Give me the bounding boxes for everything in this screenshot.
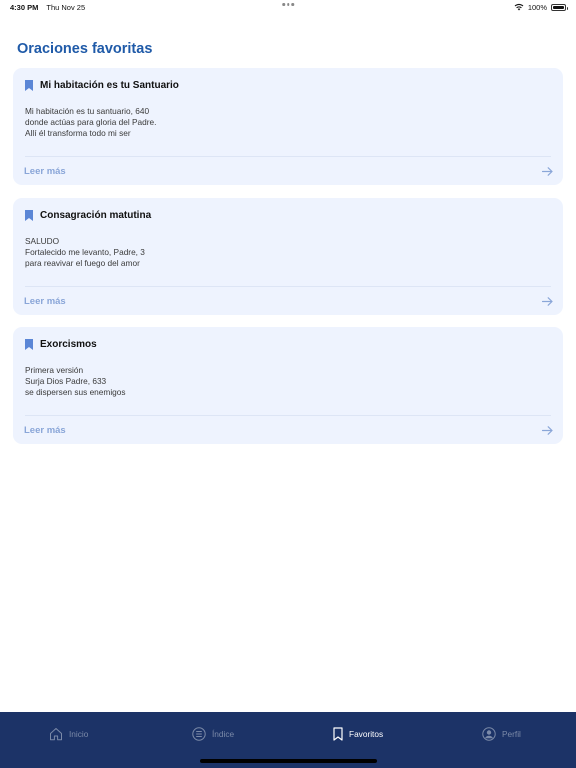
arrow-right-icon xyxy=(542,425,553,435)
wifi-icon xyxy=(514,3,524,11)
card-excerpt: Primera versión Surja Dios Padre, 633 se… xyxy=(25,365,126,397)
read-more-button[interactable]: Leer más xyxy=(13,157,563,185)
status-bar: 4:30 PM Thu Nov 25 100% xyxy=(0,0,576,14)
tab-perfil[interactable]: Perfil xyxy=(482,725,521,743)
read-more-label: Leer más xyxy=(24,424,66,436)
bookmark-icon xyxy=(333,727,343,741)
read-more-button[interactable]: Leer más xyxy=(13,287,563,315)
tab-label: Índice xyxy=(212,729,235,739)
card-excerpt: SALUDO Fortalecido me levanto, Padre, 3 … xyxy=(25,236,145,268)
prayer-card[interactable]: Mi habitación es tu Santuario Mi habitac… xyxy=(13,68,563,185)
tab-label: Inicio xyxy=(69,729,89,739)
arrow-right-icon xyxy=(542,166,553,176)
tab-favoritos[interactable]: Favoritos xyxy=(333,725,383,743)
card-excerpt: Mi habitación es tu santuario, 640 donde… xyxy=(25,106,157,138)
multitasking-dots-icon[interactable] xyxy=(282,3,294,6)
tab-label: Perfil xyxy=(502,729,521,739)
status-date: Thu Nov 25 xyxy=(46,2,86,12)
arrow-right-icon xyxy=(542,296,553,306)
card-title: Consagración matutina xyxy=(40,210,152,221)
tab-indice[interactable]: Índice xyxy=(192,725,234,743)
prayer-card[interactable]: Consagración matutina SALUDO Fortalecido… xyxy=(13,198,563,315)
read-more-label: Leer más xyxy=(24,165,66,177)
battery-percent: 100% xyxy=(527,2,547,12)
read-more-label: Leer más xyxy=(24,295,66,307)
bookmark-icon xyxy=(25,210,33,221)
card-title: Exorcismos xyxy=(40,339,97,350)
battery-icon xyxy=(551,3,568,11)
read-more-button[interactable]: Leer más xyxy=(13,416,563,444)
list-icon xyxy=(192,727,206,741)
status-time: 4:30 PM xyxy=(10,2,39,12)
prayer-card[interactable]: Exorcismos Primera versión Surja Dios Pa… xyxy=(13,327,563,444)
bookmark-icon xyxy=(25,80,33,91)
card-title: Mi habitación es tu Santuario xyxy=(40,80,179,91)
home-icon xyxy=(50,728,62,741)
bookmark-icon xyxy=(25,339,33,350)
profile-icon xyxy=(482,727,496,741)
page-title: Oraciones favoritas xyxy=(17,41,153,57)
tab-inicio[interactable]: Inicio xyxy=(49,725,88,743)
home-indicator[interactable] xyxy=(200,759,377,763)
tab-label: Favoritos xyxy=(349,729,384,739)
